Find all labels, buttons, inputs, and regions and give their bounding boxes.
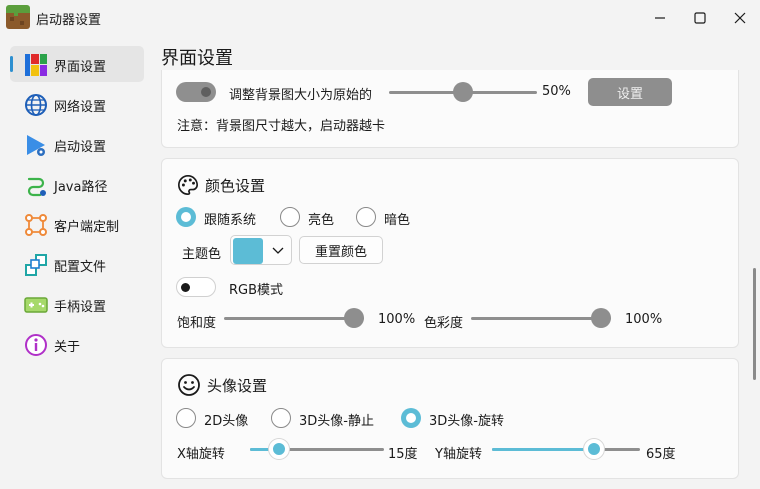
slider-thumb[interactable] xyxy=(584,439,605,459)
background-settings-card: 调整背景图大小为原始的 50% 设置 注意：背景图尺寸越大，启动器越卡 xyxy=(161,70,739,148)
app-grass-block-icon xyxy=(6,5,30,29)
slider-thumb[interactable] xyxy=(591,308,611,328)
hue-value: 100% xyxy=(625,312,663,327)
radio-follow-system[interactable] xyxy=(176,207,196,227)
sidebar-item-label: 启动设置 xyxy=(54,140,107,155)
path-icon xyxy=(27,177,46,197)
sidebar-item-label: 手柄设置 xyxy=(54,300,107,315)
close-button[interactable] xyxy=(720,0,760,36)
close-icon xyxy=(734,12,746,24)
radio-light-label: 亮色 xyxy=(308,213,335,228)
slider-thumb[interactable] xyxy=(269,439,289,459)
sidebar-item-label: 界面设置 xyxy=(54,60,107,75)
background-note: 注意：背景图尺寸越大，启动器越卡 xyxy=(177,119,386,134)
title-bar: 启动器设置 xyxy=(0,0,760,36)
sidebar-item-network[interactable]: 网络设置 xyxy=(10,86,144,122)
hue-label: 色彩度 xyxy=(424,316,464,331)
minimize-button[interactable] xyxy=(640,0,680,36)
x-rotation-value: 15度 xyxy=(388,447,418,462)
y-rotation-label: Y轴旋转 xyxy=(435,447,482,462)
sidebar-item-client-custom[interactable]: 客户端定制 xyxy=(10,206,144,242)
radio-dark-label: 暗色 xyxy=(384,213,411,228)
color-settings-title: 颜色设置 xyxy=(205,177,266,195)
sidebar-item-label: 配置文件 xyxy=(54,260,107,275)
globe-icon xyxy=(25,94,47,116)
reset-color-button[interactable]: 重置颜色 xyxy=(299,236,383,264)
chevron-down-icon xyxy=(272,247,284,254)
palette-grid-icon xyxy=(25,54,47,76)
sidebar-item-label: 客户端定制 xyxy=(54,220,120,235)
radio-dark[interactable] xyxy=(356,207,376,227)
theme-color-label: 主题色 xyxy=(182,247,222,262)
avatar-settings-card: 头像设置 2D头像 3D头像-静止 3D头像-旋转 X轴旋转 15度 Y轴旋转 … xyxy=(161,358,739,479)
set-background-button[interactable]: 设置 xyxy=(588,78,672,106)
vertical-scrollbar[interactable] xyxy=(753,268,756,380)
minimize-icon xyxy=(655,17,665,19)
window-title: 启动器设置 xyxy=(36,13,102,28)
sidebar-item-gamepad[interactable]: 手柄设置 xyxy=(10,286,144,322)
maximize-icon xyxy=(694,12,706,24)
rgb-mode-label: RGB模式 xyxy=(229,283,284,298)
radio-light[interactable] xyxy=(280,207,300,227)
background-resize-value: 50% xyxy=(542,84,571,99)
active-indicator xyxy=(10,56,13,72)
radio-follow-system-label: 跟随系统 xyxy=(204,213,257,228)
sidebar-item-label: Java路径 xyxy=(54,180,108,195)
radio-avatar-3d-rotate[interactable] xyxy=(401,408,421,428)
config-icon xyxy=(25,254,47,276)
gamepad-icon xyxy=(24,297,48,313)
maximize-button[interactable] xyxy=(680,0,720,36)
slider-thumb[interactable] xyxy=(344,308,364,328)
radio-avatar-3d-static[interactable] xyxy=(271,408,291,428)
theme-color-swatch xyxy=(233,238,263,264)
rgb-mode-toggle[interactable] xyxy=(176,277,216,297)
palette-icon xyxy=(178,175,198,195)
saturation-label: 饱和度 xyxy=(177,316,217,331)
theme-color-picker[interactable] xyxy=(230,235,292,265)
sidebar-item-about[interactable]: 关于 xyxy=(10,326,144,362)
background-resize-slider[interactable] xyxy=(389,82,537,102)
saturation-value: 100% xyxy=(378,312,416,327)
x-rotation-slider[interactable] xyxy=(250,439,384,459)
saturation-slider[interactable] xyxy=(224,308,364,328)
page-title: 界面设置 xyxy=(161,48,233,69)
info-icon xyxy=(25,334,47,356)
radio-avatar-3d-static-label: 3D头像-静止 xyxy=(299,414,374,429)
background-resize-toggle[interactable] xyxy=(176,82,216,102)
customize-icon xyxy=(25,214,47,236)
background-resize-label: 调整背景图大小为原始的 xyxy=(229,88,373,103)
sidebar-item-interface[interactable]: 界面设置 xyxy=(10,46,144,82)
avatar-settings-title: 头像设置 xyxy=(207,377,268,395)
sidebar-item-label: 网络设置 xyxy=(54,100,107,115)
smiley-icon xyxy=(178,374,200,396)
color-settings-card: 颜色设置 跟随系统 亮色 暗色 主题色 重置颜色 RGB模式 饱和度 100% … xyxy=(161,158,739,348)
slider-thumb[interactable] xyxy=(453,82,473,102)
sidebar-item-java-path[interactable]: Java路径 xyxy=(10,166,144,202)
radio-avatar-3d-rotate-label: 3D头像-旋转 xyxy=(429,414,504,429)
hue-slider[interactable] xyxy=(471,308,611,328)
sidebar-item-launch[interactable]: 启动设置 xyxy=(10,126,144,162)
sidebar-item-label: 关于 xyxy=(54,340,81,355)
x-rotation-label: X轴旋转 xyxy=(177,447,225,462)
radio-avatar-2d[interactable] xyxy=(176,408,196,428)
sidebar-item-config-file[interactable]: 配置文件 xyxy=(10,246,144,282)
y-rotation-value: 65度 xyxy=(646,447,676,462)
radio-avatar-2d-label: 2D头像 xyxy=(204,414,249,429)
play-icon xyxy=(27,135,45,156)
y-rotation-slider[interactable] xyxy=(492,439,640,459)
